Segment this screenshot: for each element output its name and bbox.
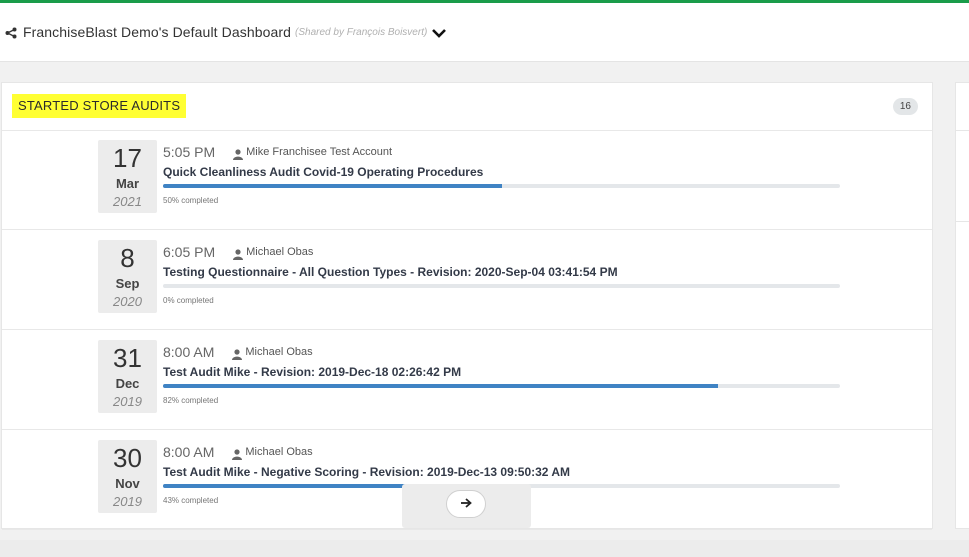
audit-row[interactable]: 31 Dec 2019 8:00 AM Michael Obas Test Au… [2,330,932,430]
dashboard-title[interactable]: FranchiseBlast Demo's Default Dashboard [23,24,291,40]
progress-fill [163,184,502,188]
date-day: 30 [113,443,142,473]
audit-time: 6:05 PM [163,244,216,260]
audit-row[interactable]: 8 Sep 2020 6:05 PM Michael Obas Testing … [2,230,932,330]
audit-meta: 6:05 PM Michael Obas [163,244,841,260]
progress-fill [163,384,719,388]
arrow-right-icon [460,495,472,513]
panel-header: STARTED STORE AUDITS 16 [2,83,932,131]
count-badge: 16 [892,98,918,115]
audit-meta: 8:00 AM Michael Obas [163,344,841,360]
next-page-button[interactable] [446,490,486,518]
progress-label: 0% completed [163,296,214,305]
audit-title[interactable]: Test Audit Mike - Revision: 2019-Dec-18 … [163,364,841,380]
date-box: 31 Dec 2019 [98,340,157,413]
audit-user: Michael Obas [245,346,313,358]
audit-user: Michael Obas [245,446,313,458]
date-month: Mar [115,176,140,191]
audit-time: 5:05 PM [163,144,216,160]
user-icon [233,247,244,260]
audit-details: 6:05 PM Michael Obas Testing Questionnai… [163,244,841,305]
progress-bar [163,384,840,388]
date-year: 2019 [113,394,142,409]
date-day: 31 [113,343,142,373]
date-day: 8 [120,243,135,273]
user-icon [232,347,243,360]
user-icon [232,447,243,460]
audit-title[interactable]: Test Audit Mike - Negative Scoring - Rev… [163,464,841,480]
dashboard-header: FranchiseBlast Demo's Default Dashboard … [0,3,969,62]
audit-time: 8:00 AM [163,444,215,460]
date-year: 2021 [113,194,142,209]
audit-user: Michael Obas [246,246,314,258]
progress-label: 50% completed [163,196,219,205]
share-icon[interactable] [5,26,17,39]
date-year: 2020 [113,294,142,309]
date-month: Nov [115,476,140,491]
date-box: 30 Nov 2019 [98,440,157,513]
user-icon [233,147,244,160]
audit-title[interactable]: Testing Questionnaire - All Question Typ… [163,264,841,280]
audit-list: 17 Mar 2021 5:05 PM Mike Franchisee Test… [2,130,932,530]
started-store-audits-panel: STARTED STORE AUDITS 16 17 Mar 2021 5:05… [1,82,933,530]
date-month: Dec [115,376,140,391]
date-box: 17 Mar 2021 [98,140,157,213]
audit-title[interactable]: Quick Cleanliness Audit Covid-19 Operati… [163,164,841,180]
date-day: 17 [113,143,142,173]
audit-details: 8:00 AM Michael Obas Test Audit Mike - R… [163,344,841,405]
panel-title: STARTED STORE AUDITS [12,94,187,118]
chevron-down-icon[interactable] [431,26,447,38]
progress-bar [163,184,840,188]
audit-meta: 8:00 AM Michael Obas [163,444,841,460]
page-footer-strip [0,540,969,557]
audit-user: Mike Franchisee Test Account [246,146,393,158]
audit-row[interactable]: 17 Mar 2021 5:05 PM Mike Franchisee Test… [2,130,932,230]
audit-time: 8:00 AM [163,344,215,360]
secondary-panel-card [955,130,969,222]
progress-label: 82% completed [163,396,219,405]
progress-bar [163,284,840,288]
audit-details: 5:05 PM Mike Franchisee Test Account Qui… [163,144,841,205]
date-month: Sep [115,276,140,291]
date-year: 2019 [113,494,142,509]
date-box: 8 Sep 2020 [98,240,157,313]
shared-by-label: (Shared by François Boisvert) [295,26,428,38]
audit-meta: 5:05 PM Mike Franchisee Test Account [163,144,841,160]
